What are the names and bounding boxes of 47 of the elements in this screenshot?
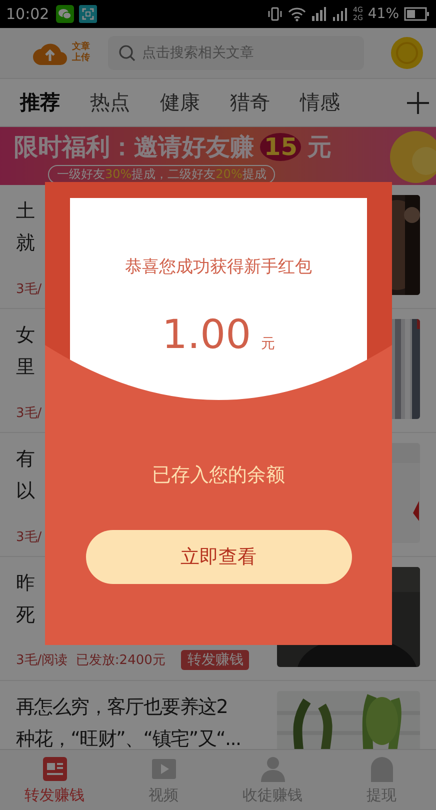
balance-note: 已存入您的余额 (152, 463, 285, 488)
article-title[interactable]: 再怎么穷，客厅也要养这2 (16, 691, 228, 723)
share-earn-badge[interactable]: 转发赚钱 (181, 650, 250, 670)
article-meta: 3毛/ (16, 281, 42, 298)
category-tab[interactable]: 健康 (152, 89, 208, 116)
plus-icon[interactable] (406, 90, 430, 114)
category-tab[interactable]: 猎奇 (222, 89, 278, 116)
nav-tab[interactable]: 转发赚钱 (0, 750, 109, 810)
status-time: 10:02 (6, 5, 50, 23)
banner-headline: 限时福利：邀请好友赚 (14, 132, 254, 163)
battery-icon (404, 7, 430, 21)
signal-icon (310, 7, 327, 21)
article-title[interactable]: 就 (16, 227, 34, 259)
article-title[interactable]: 女 (16, 319, 34, 351)
article-title[interactable]: 以 (16, 475, 34, 507)
newspaper-icon (42, 756, 68, 782)
logo-text: 上传 (72, 53, 90, 64)
ghost-icon (368, 756, 394, 782)
search-icon (118, 44, 136, 62)
article-title[interactable]: 里 (16, 351, 34, 383)
vibrate-icon (266, 6, 283, 22)
reward-amount: 1.00 (162, 312, 252, 358)
battery-percent: 41% (368, 6, 399, 22)
article-title[interactable]: 死 (16, 599, 34, 631)
view-now-button[interactable]: 立即查看 (86, 530, 352, 584)
person-icon (260, 756, 286, 782)
article-meta: 3毛/阅读 已发放:2400元 (16, 652, 166, 669)
banner-unit: 元 (307, 132, 332, 163)
currency-unit: 元 (261, 335, 276, 353)
wifi-icon (288, 6, 306, 22)
chat-bubbles-icon (56, 5, 74, 23)
article-title[interactable]: 有 (16, 443, 34, 475)
article-meta: 3毛/ (16, 529, 42, 546)
category-tab[interactable]: 情感 (292, 89, 348, 116)
article-title[interactable]: 昨 (16, 567, 34, 599)
article-title[interactable]: 种花，“旺财”、“镇宅”又“... (16, 723, 241, 749)
congrats-message: 恭喜您成功获得新手红包 (125, 256, 312, 278)
article-meta: 3毛/ (16, 405, 42, 422)
signal-icon (332, 7, 348, 21)
article-title[interactable]: 土 (16, 195, 34, 227)
coin-icon[interactable] (390, 36, 424, 70)
category-tab[interactable]: 热点 (82, 89, 138, 116)
screenshot-icon (79, 5, 98, 23)
category-tab[interactable]: 推荐 (12, 89, 68, 116)
play-icon (150, 756, 176, 782)
banner-amount: 15 (260, 133, 302, 161)
logo-text: 文章 (72, 42, 90, 52)
